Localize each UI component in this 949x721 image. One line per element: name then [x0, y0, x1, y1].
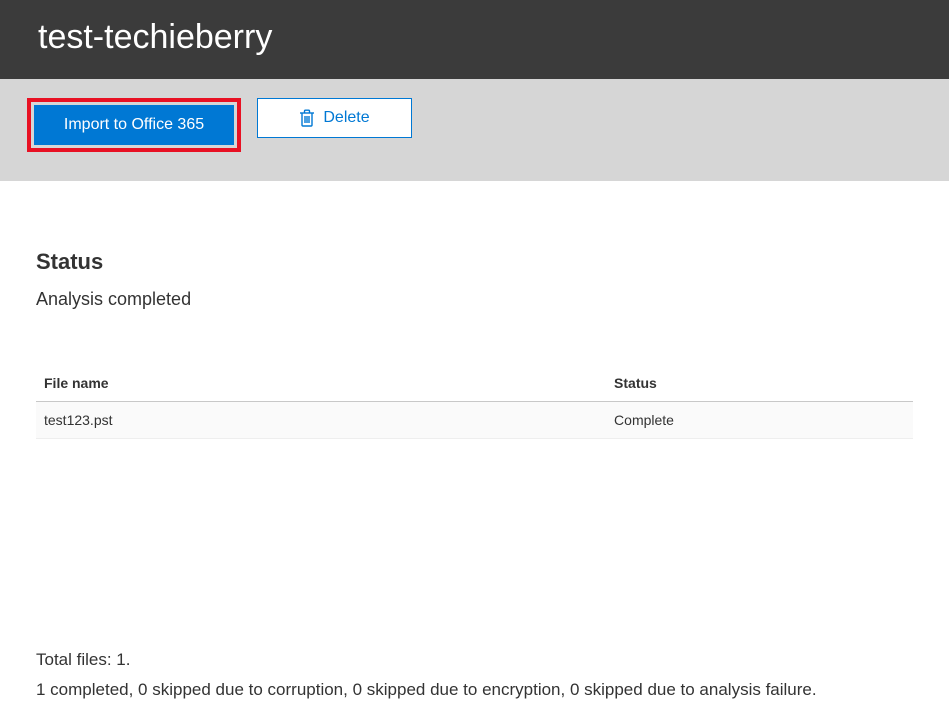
col-header-filename[interactable]: File name: [36, 365, 606, 402]
cell-filename: test123.pst: [36, 402, 606, 439]
content-area: Status Analysis completed File name Stat…: [0, 181, 949, 439]
page-title: test-techieberry: [38, 18, 911, 57]
trash-icon: [299, 109, 315, 127]
summary-total: Total files: 1.: [36, 645, 913, 676]
summary: Total files: 1. 1 completed, 0 skipped d…: [36, 645, 913, 706]
highlight-ring: Import to Office 365: [27, 98, 241, 152]
table-header-row: File name Status: [36, 365, 913, 402]
status-heading: Status: [36, 249, 913, 275]
summary-detail: 1 completed, 0 skipped due to corruption…: [36, 675, 913, 706]
cell-status: Complete: [606, 402, 913, 439]
delete-button[interactable]: Delete: [257, 98, 412, 138]
page-header: test-techieberry: [0, 0, 949, 79]
files-table: File name Status test123.pst Complete: [36, 365, 913, 439]
delete-button-label: Delete: [323, 109, 369, 127]
import-button[interactable]: Import to Office 365: [34, 105, 234, 145]
table-row[interactable]: test123.pst Complete: [36, 402, 913, 439]
col-header-status[interactable]: Status: [606, 365, 913, 402]
status-message: Analysis completed: [36, 289, 913, 310]
import-button-label: Import to Office 365: [64, 116, 204, 134]
toolbar: Import to Office 365 Delete: [0, 79, 949, 181]
